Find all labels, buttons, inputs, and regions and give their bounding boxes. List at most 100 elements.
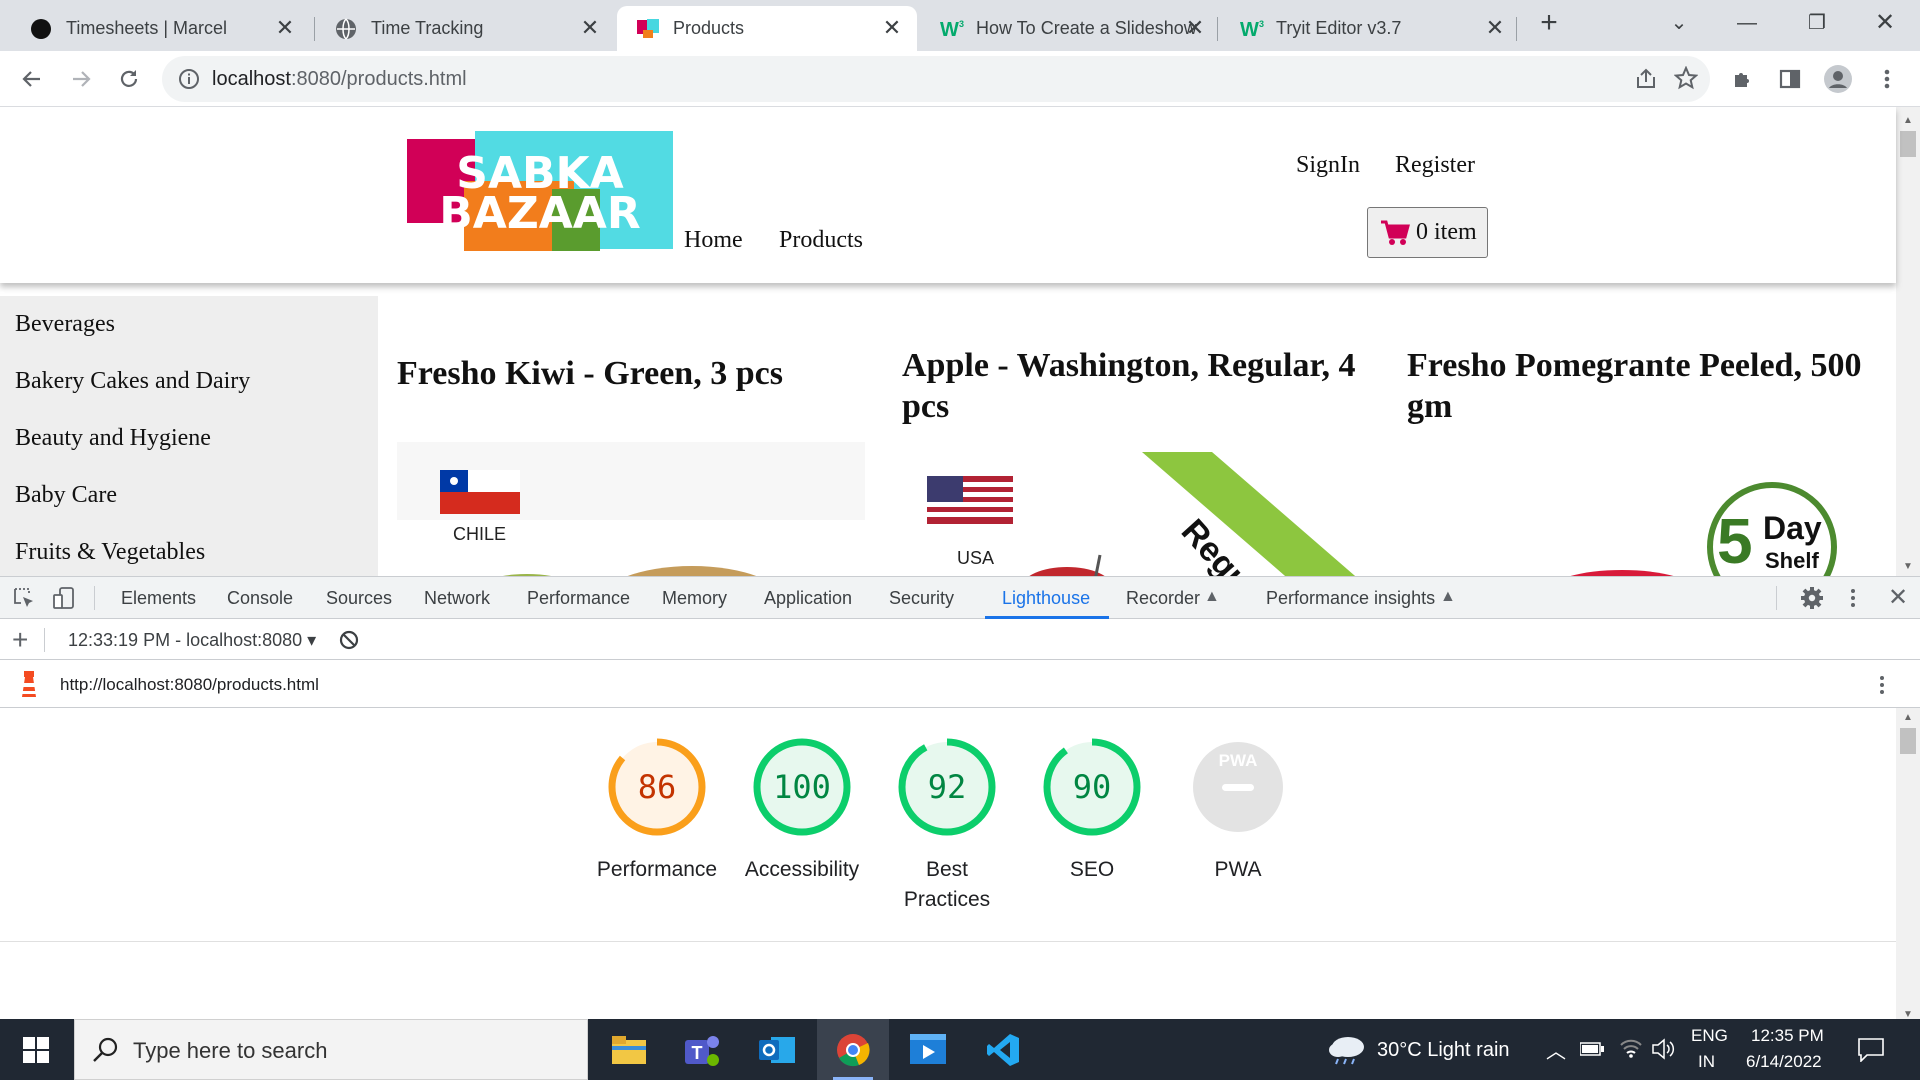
tab-recorder[interactable]: Recorder	[1126, 588, 1200, 609]
window-close-button[interactable]: ✕	[1862, 6, 1908, 40]
taskbar-vscode[interactable]	[967, 1019, 1039, 1080]
devtools-more-icon[interactable]	[1849, 586, 1857, 610]
wifi-icon[interactable]	[1619, 1037, 1643, 1059]
toolbar-divider	[44, 628, 45, 652]
volume-speaker-icon[interactable]	[1651, 1037, 1677, 1061]
report-more-icon[interactable]	[1878, 673, 1886, 697]
tab-performance-insights[interactable]: Performance insights	[1266, 588, 1435, 609]
devtools-close-icon[interactable]: ✕	[1888, 583, 1908, 612]
close-icon[interactable]: ✕	[274, 17, 296, 39]
category-beverages[interactable]: Beverages	[15, 311, 115, 338]
nav-products-link[interactable]: Products	[779, 227, 863, 254]
scrollbar-thumb[interactable]	[1900, 131, 1916, 157]
tab-console[interactable]: Console	[227, 588, 293, 609]
side-panel-icon[interactable]	[1773, 62, 1807, 96]
start-button[interactable]	[0, 1019, 72, 1080]
profile-avatar-icon[interactable]	[1821, 62, 1855, 96]
devtools-settings-gear-icon[interactable]	[1800, 586, 1824, 610]
gauge-pwa[interactable]: PWA PWA	[1168, 737, 1308, 885]
scroll-up-arrow-icon[interactable]: ▲	[1903, 115, 1913, 126]
share-icon[interactable]	[1634, 67, 1658, 91]
taskbar-teams[interactable]: T	[667, 1019, 739, 1080]
weather-text[interactable]: 30°C Light rain	[1377, 1039, 1510, 1062]
tab-memory[interactable]: Memory	[662, 588, 727, 609]
tab-application[interactable]: Application	[764, 588, 852, 609]
gauge-best-practices[interactable]: 92 Best Practices	[877, 737, 1017, 915]
category-baby-care[interactable]: Baby Care	[15, 482, 117, 509]
reload-button[interactable]	[112, 62, 146, 96]
product-image-apple[interactable]: USA Regular	[902, 452, 1370, 576]
tab-elements[interactable]: Elements	[121, 588, 196, 609]
restore-button[interactable]: ❐	[1794, 6, 1840, 40]
gauge-accessibility[interactable]: 100 Accessibility	[732, 737, 872, 885]
tab-security[interactable]: Security	[889, 588, 954, 609]
gauge-seo[interactable]: 90 SEO	[1022, 737, 1162, 885]
minimize-button[interactable]: —	[1724, 6, 1770, 40]
close-icon[interactable]: ✕	[1484, 17, 1506, 39]
cart-button[interactable]: 0 item	[1367, 207, 1488, 258]
tab-lighthouse[interactable]: Lighthouse	[1002, 588, 1090, 609]
clock-date[interactable]: 6/14/2022	[1746, 1052, 1822, 1072]
browser-tab-timesheets[interactable]: Timesheets | Marcel ✕	[10, 6, 310, 51]
inspect-element-icon[interactable]	[12, 586, 36, 610]
badge-line1: Day	[1763, 510, 1822, 546]
report-url[interactable]: http://localhost:8080/products.html	[60, 675, 319, 695]
scrollbar-thumb[interactable]	[1900, 728, 1916, 754]
battery-icon[interactable]	[1580, 1042, 1604, 1056]
back-button[interactable]	[15, 62, 49, 96]
report-selector[interactable]: 12:33:19 PM - localhost:8080 ▾	[68, 630, 316, 651]
category-fruits-vegetables[interactable]: Fruits & Vegetables	[15, 539, 205, 566]
product-image-pomegranate[interactable]: 5 Day Shelf	[1407, 452, 1872, 576]
kiwi-fruit-image	[502, 566, 757, 576]
category-beauty-hygiene[interactable]: Beauty and Hygiene	[15, 425, 211, 452]
browser-tab-products[interactable]: Products ✕	[617, 6, 917, 51]
category-bakery-cakes-dairy[interactable]: Bakery Cakes and Dairy	[15, 368, 250, 395]
weather-cloud-rain-icon[interactable]	[1328, 1035, 1366, 1065]
close-icon[interactable]: ✕	[881, 17, 903, 39]
show-hidden-icons-chevron-icon[interactable]: ︿	[1546, 1035, 1566, 1064]
tab-network[interactable]: Network	[424, 588, 490, 609]
tab-search-chevron-icon[interactable]: ⌄	[1656, 6, 1702, 40]
chrome-menu-icon[interactable]	[1870, 62, 1904, 96]
address-bar[interactable]: localhost:8080/products.html	[162, 56, 1710, 102]
taskbar-file-explorer[interactable]	[593, 1019, 665, 1080]
new-report-plus-icon[interactable]: +	[12, 624, 28, 656]
scroll-down-arrow-icon[interactable]: ▼	[1903, 561, 1913, 572]
gauge-label: Performance	[596, 858, 718, 881]
close-icon[interactable]: ✕	[579, 17, 601, 39]
taskbar-video-editor[interactable]	[892, 1019, 964, 1080]
nav-home-link[interactable]: Home	[684, 227, 743, 254]
forward-button[interactable]	[64, 62, 98, 96]
clear-reports-icon[interactable]	[338, 629, 360, 651]
nav-signin-link[interactable]: SignIn	[1296, 152, 1360, 179]
nav-register-link[interactable]: Register	[1395, 152, 1475, 179]
browser-tab-slideshow[interactable]: W3 How To Create a Slideshow ✕	[920, 6, 1220, 51]
taskbar-search-box[interactable]: Type here to search	[74, 1019, 588, 1080]
devtools-scrollbar[interactable]: ▲ ▼	[1896, 708, 1920, 1020]
scroll-up-arrow-icon[interactable]: ▲	[1903, 712, 1913, 723]
sabka-bazaar-logo[interactable]: SABKA BAZAAR	[407, 131, 673, 251]
tab-sources[interactable]: Sources	[326, 588, 392, 609]
device-toolbar-icon[interactable]	[52, 586, 76, 610]
notification-center-icon[interactable]	[1858, 1038, 1884, 1062]
language-region[interactable]: IN	[1698, 1052, 1715, 1072]
gauge-label: Best Practices	[903, 858, 991, 911]
gauge-performance[interactable]: 86 Performance	[587, 737, 727, 885]
browser-tab-time-tracking[interactable]: Time Tracking ✕	[315, 6, 615, 51]
product-image-kiwi[interactable]: CHILE	[397, 442, 865, 576]
new-tab-button[interactable]: +	[1526, 6, 1572, 40]
extensions-puzzle-icon[interactable]	[1726, 62, 1760, 96]
gauge-value: 90	[1072, 768, 1112, 806]
taskbar-outlook[interactable]	[741, 1019, 813, 1080]
browser-tab-tryit[interactable]: W3 Tryit Editor v3.7 ✕	[1220, 6, 1520, 51]
taskbar-chrome[interactable]	[817, 1019, 889, 1080]
page-scrollbar[interactable]: ▲ ▼	[1896, 107, 1920, 576]
tab-performance[interactable]: Performance	[527, 588, 630, 609]
language-ime[interactable]: ENG	[1691, 1026, 1728, 1046]
experimental-flask-icon: ▲	[1204, 588, 1220, 605]
close-icon[interactable]: ✕	[1184, 17, 1206, 39]
clock-time[interactable]: 12:35 PM	[1751, 1026, 1824, 1046]
url-text[interactable]: localhost:8080/products.html	[212, 68, 467, 91]
site-info-icon[interactable]	[178, 68, 200, 90]
bookmark-star-icon[interactable]	[1674, 66, 1698, 90]
